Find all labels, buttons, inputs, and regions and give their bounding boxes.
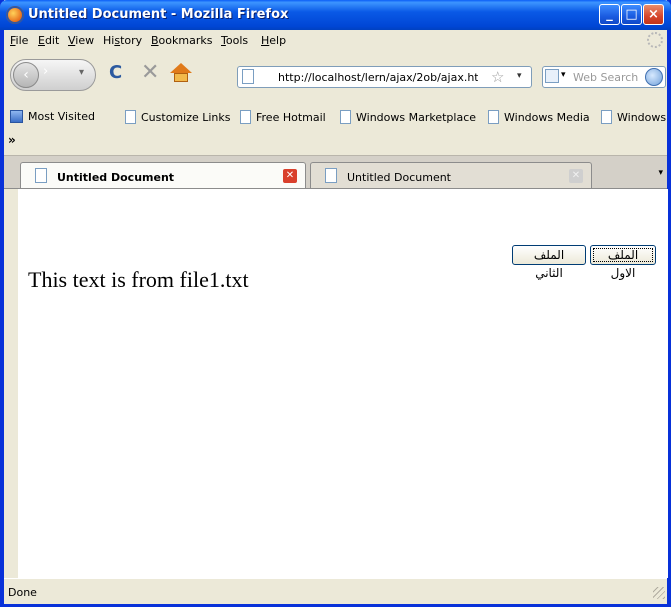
bookmark-windows-media[interactable]: Windows Media xyxy=(488,110,590,124)
url-text: http://localhost/lern/ajax/2ob/ajax.ht xyxy=(278,71,478,84)
url-input[interactable]: http://localhost/lern/ajax/2ob/ajax.ht ☆… xyxy=(237,66,532,88)
menu-bookmarks[interactable]: Bookmarks xyxy=(151,34,212,47)
bookmark-star-icon[interactable]: ☆ xyxy=(491,68,504,86)
forward-button[interactable]: › xyxy=(43,64,48,79)
close-tab-icon[interactable]: ✕ xyxy=(569,169,583,183)
page-icon xyxy=(242,69,254,84)
search-input[interactable]: ▾ Web Search xyxy=(542,66,666,88)
minimize-button[interactable]: _ xyxy=(599,4,620,25)
close-tab-icon[interactable]: ✕ xyxy=(283,169,297,183)
menu-tools[interactable]: Tools xyxy=(221,34,248,47)
page-icon xyxy=(125,110,136,124)
most-visited-icon xyxy=(10,110,23,123)
resize-grip-icon[interactable] xyxy=(653,587,665,599)
tab-list-dropdown-icon[interactable]: ▾ xyxy=(658,168,663,178)
bookmark-windows-marketplace[interactable]: Windows Marketplace xyxy=(340,110,476,124)
bookmark-windows[interactable]: Windows xyxy=(601,110,666,124)
status-bar: Done xyxy=(4,578,667,604)
tab-untitled-document-1[interactable]: Untitled Document ✕ xyxy=(20,162,306,188)
first-file-button[interactable]: الملف الاول xyxy=(590,245,656,280)
search-placeholder: Web Search xyxy=(573,71,639,84)
page-content: الملف الاول الملف الثاني This text is fr… xyxy=(18,189,668,578)
close-button[interactable]: × xyxy=(643,4,664,25)
bookmark-customize-links[interactable]: Customize Links xyxy=(125,110,231,124)
page-icon xyxy=(340,110,351,124)
menu-view[interactable]: View xyxy=(68,34,94,47)
menu-edit[interactable]: Edit xyxy=(38,34,59,47)
maximize-button[interactable]: □ xyxy=(621,4,642,25)
menu-bar: File Edit View History Bookmarks Tools H… xyxy=(4,30,667,50)
stop-icon[interactable]: ✕ xyxy=(141,62,159,84)
window-title: Untitled Document - Mozilla Firefox xyxy=(28,7,289,22)
reload-icon[interactable]: C xyxy=(109,64,122,82)
page-icon xyxy=(601,110,612,124)
page-icon xyxy=(488,110,499,124)
firefox-window: Untitled Document - Mozilla Firefox _ □ … xyxy=(0,0,671,607)
history-dropdown-icon[interactable]: ▾ xyxy=(79,67,84,78)
throbber-icon xyxy=(647,32,663,48)
back-button[interactable]: ‹ xyxy=(13,62,39,88)
menu-file[interactable]: File xyxy=(10,34,28,47)
search-icon[interactable] xyxy=(645,68,663,86)
menu-help[interactable]: Help xyxy=(261,34,286,47)
home-icon-base xyxy=(174,73,188,82)
url-dropdown-icon[interactable]: ▾ xyxy=(517,71,522,81)
back-forward-group: ‹ › ▾ xyxy=(10,59,96,91)
title-bar[interactable]: Untitled Document - Mozilla Firefox _ □ … xyxy=(0,0,671,30)
page-icon xyxy=(325,168,337,183)
tab-label: Untitled Document xyxy=(57,171,175,184)
status-text: Done xyxy=(8,586,37,599)
tab-untitled-document-2[interactable]: Untitled Document ✕ xyxy=(310,162,592,188)
tab-label: Untitled Document xyxy=(347,171,451,184)
menu-history[interactable]: History xyxy=(103,34,142,47)
page-icon xyxy=(35,168,47,183)
second-file-button[interactable]: الملف الثاني xyxy=(512,245,586,280)
page-icon xyxy=(240,110,251,124)
search-engine-icon[interactable] xyxy=(545,69,559,83)
home-icon[interactable] xyxy=(170,63,192,73)
bookmark-most-visited[interactable]: Most Visited xyxy=(10,110,95,123)
tab-strip: Untitled Document ✕ Untitled Document ✕ … xyxy=(4,155,667,189)
navigation-toolbar: ‹ › ▾ C ✕ http://localhost/lern/ajax/2ob… xyxy=(4,51,667,103)
bookmarks-overflow-button[interactable]: » xyxy=(8,133,16,147)
bookmarks-toolbar: Most Visited Customize Links Free Hotmai… xyxy=(4,104,667,128)
firefox-icon xyxy=(6,6,24,24)
bookmark-free-hotmail[interactable]: Free Hotmail xyxy=(240,110,326,124)
search-engine-dropdown-icon[interactable]: ▾ xyxy=(561,70,566,80)
result-text: This text is from file1.txt xyxy=(28,267,249,292)
